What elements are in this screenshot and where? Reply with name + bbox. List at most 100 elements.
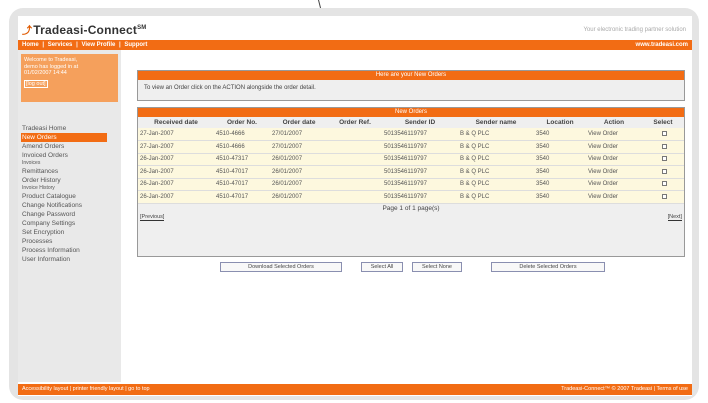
sidebar-item-order-history[interactable]: Order History: [21, 176, 121, 185]
select-checkbox[interactable]: [661, 181, 667, 187]
next-page-link[interactable]: [Next]: [667, 214, 682, 221]
cell-sender-id: 5013546119797: [382, 153, 458, 166]
orders-panel: New Orders Received date Order No. Order…: [137, 107, 685, 257]
table-row: 27-Jan-2007 4510-4666 27/01/2007 5013546…: [138, 128, 684, 141]
pager-text: Page 1 of 1 page(s): [382, 204, 440, 212]
col-select: Select: [642, 117, 684, 128]
cell-order-date: 26/01/2007: [270, 190, 328, 204]
view-order-link[interactable]: View Order: [586, 190, 642, 204]
welcome-line-3: 01/02/2007 14:44: [24, 70, 67, 76]
cell-received-date: 27-Jan-2007: [138, 128, 214, 141]
table-row: 26-Jan-2007 4510-47317 26/01/2007 501354…: [138, 153, 684, 166]
cell-order-no: 4510-47017: [214, 165, 270, 179]
top-nav-bar: Home | Services | View Profile | Support…: [18, 40, 692, 50]
nav-view-profile[interactable]: View Profile: [81, 42, 115, 48]
sidebar-item-company-settings[interactable]: Company Settings: [21, 219, 121, 228]
delete-selected-orders-button[interactable]: Delete Selected Orders: [491, 262, 605, 272]
site-footer: Accessibility layout | printer friendly …: [18, 384, 692, 395]
orders-panel-title: New Orders: [138, 108, 684, 117]
previous-page-link[interactable]: [Previous]: [140, 214, 165, 221]
table-row: 27-Jan-2007 4510-4666 27/01/2007 5013546…: [138, 140, 684, 154]
sidebar-nav: Tradeasi Home New Orders Amend Orders In…: [18, 124, 121, 264]
cell-sender-name: B & Q PLC: [458, 165, 534, 179]
cell-location: 3540: [534, 178, 586, 191]
nav-support[interactable]: Support: [124, 42, 147, 48]
cell-sender-id: 5013546119797: [382, 128, 458, 141]
cell-sender-name: B & Q PLC: [458, 178, 534, 191]
cell-order-date: 26/01/2007: [270, 153, 328, 166]
view-order-link[interactable]: View Order: [586, 165, 642, 179]
col-sender-name: Sender name: [458, 117, 534, 128]
sidebar-item-processes[interactable]: Processes: [21, 237, 121, 246]
sidebar-item-set-encryption[interactable]: Set Encryption: [21, 228, 121, 237]
site-url-link[interactable]: www.tradeasi.com: [636, 40, 688, 50]
sidebar-item-change-notifications[interactable]: Change Notifications: [21, 201, 121, 210]
site-container: ⤴Tradeasi-ConnectSM Your electronic trad…: [18, 16, 692, 396]
cell-sender-id: 5013546119797: [382, 140, 458, 154]
cell-order-no: 4510-4666: [214, 140, 270, 154]
sidebar-item-remittances[interactable]: Remittances: [21, 167, 121, 176]
cell-order-no: 4510-47017: [214, 178, 270, 191]
cell-sender-name: B & Q PLC: [458, 128, 534, 141]
cell-location: 3540: [534, 190, 586, 204]
cell-received-date: 26-Jan-2007: [138, 178, 214, 191]
cell-order-no: 4510-47317: [214, 153, 270, 166]
col-order-no: Order No.: [214, 117, 270, 128]
sidebar-item-amend-orders[interactable]: Amend Orders: [21, 142, 121, 151]
col-order-ref: Order Ref.: [328, 117, 382, 128]
select-all-button[interactable]: Select All: [361, 262, 403, 272]
col-action: Action: [586, 117, 642, 128]
cell-select: [642, 140, 684, 154]
col-sender-id: Sender ID: [382, 117, 458, 128]
sidebar-item-process-information[interactable]: Process Information: [21, 246, 121, 255]
cell-sender-name: B & Q PLC: [458, 190, 534, 204]
info-panel-title: Here are your New Orders: [138, 71, 684, 80]
col-location: Location: [534, 117, 586, 128]
nav-separator: |: [42, 42, 45, 48]
sidebar-item-tradeasi-home[interactable]: Tradeasi Home: [21, 124, 121, 133]
nav-services[interactable]: Services: [48, 42, 73, 48]
cell-select: [642, 190, 684, 204]
info-panel-text: To view an Order click on the ACTION alo…: [144, 85, 316, 91]
footer-links[interactable]: Accessibility layout | printer friendly …: [22, 384, 150, 395]
sidebar-item-invoice-history[interactable]: Invoice History: [21, 185, 121, 192]
view-order-link[interactable]: View Order: [586, 178, 642, 191]
nav-separator: |: [76, 42, 78, 48]
cell-sender-id: 5013546119797: [382, 178, 458, 191]
cell-sender-id: 5013546119797: [382, 190, 458, 204]
sidebar-item-user-information[interactable]: User Information: [21, 255, 121, 264]
cell-order-no: 4510-47017: [214, 190, 270, 204]
table-row: 26-Jan-2007 4510-47017 26/01/2007 501354…: [138, 178, 684, 191]
brand-logo[interactable]: ⤴Tradeasi-ConnectSM: [22, 22, 147, 37]
action-buttons: Download Selected Orders Select All Sele…: [121, 262, 692, 274]
cell-received-date: 26-Jan-2007: [138, 153, 214, 166]
welcome-box: Welcome to Tradeasi, demo has logged in …: [21, 54, 118, 102]
cell-sender-id: 5013546119797: [382, 165, 458, 179]
info-panel: Here are your New Orders To view an Orde…: [137, 70, 685, 101]
site-header: ⤴Tradeasi-ConnectSM Your electronic trad…: [18, 16, 692, 40]
cell-sender-name: B & Q PLC: [458, 153, 534, 166]
sidebar-item-product-catalogue[interactable]: Product Catalogue: [21, 192, 121, 201]
sidebar-item-invoiced-orders[interactable]: Invoiced Orders: [21, 151, 121, 160]
cell-location: 3540: [534, 153, 586, 166]
nav-home[interactable]: Home: [22, 42, 39, 48]
sidebar-item-invoices[interactable]: Invoices: [21, 160, 121, 167]
view-order-link[interactable]: View Order: [586, 128, 642, 141]
view-order-link[interactable]: View Order: [586, 140, 642, 154]
cell-location: 3540: [534, 165, 586, 179]
select-checkbox[interactable]: [661, 193, 667, 199]
footer-copyright[interactable]: Tradeasi-Connect™ © 2007 Tradeasi | Term…: [561, 384, 688, 395]
select-checkbox[interactable]: [661, 156, 667, 162]
select-checkbox[interactable]: [661, 130, 667, 136]
select-checkbox[interactable]: [661, 168, 667, 174]
sidebar-item-new-orders[interactable]: New Orders: [21, 133, 107, 142]
logout-link[interactable]: [log out]: [24, 79, 48, 88]
sidebar-item-change-password[interactable]: Change Password: [21, 210, 121, 219]
orders-table: Received date Order No. Order date Order…: [138, 117, 684, 204]
select-checkbox[interactable]: [661, 143, 667, 149]
view-order-link[interactable]: View Order: [586, 153, 642, 166]
download-selected-orders-button[interactable]: Download Selected Orders: [220, 262, 342, 272]
table-row: 26-Jan-2007 4510-47017 26/01/2007 501354…: [138, 165, 684, 179]
cell-order-no: 4510-4666: [214, 128, 270, 141]
select-none-button[interactable]: Select None: [412, 262, 462, 272]
